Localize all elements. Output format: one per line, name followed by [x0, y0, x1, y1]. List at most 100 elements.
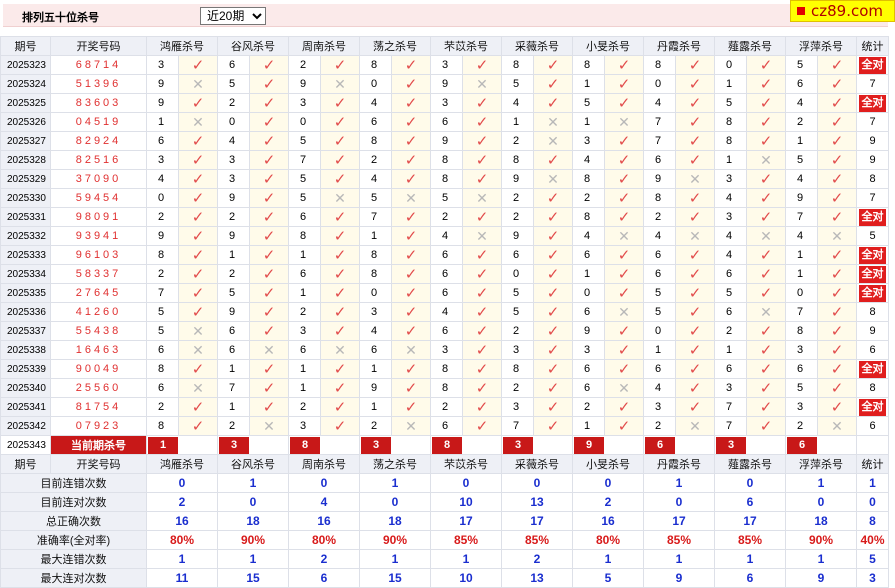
- result-cell: ✓: [249, 112, 289, 132]
- result-cell: ✓: [462, 416, 502, 436]
- result-cell: ✓: [462, 264, 502, 284]
- kill-number-cell: 1: [572, 416, 605, 436]
- table-row: 2025336 41260 5 ✓ 9 ✓ 2 ✓ 3 ✓ 4 ✓ 5 ✓ 6 ✕ 5 ✓ 6 ✕ 7 ✓ 8: [0, 302, 889, 322]
- check-icon: ✓: [759, 171, 773, 188]
- result-cell: ✓: [604, 74, 644, 94]
- stats-value: 90%: [785, 530, 857, 550]
- result-cell: ✓: [178, 226, 218, 246]
- current-kill-cell: 3: [501, 435, 573, 455]
- check-icon: ✓: [475, 209, 489, 226]
- stats-label: 最大连错次数: [0, 549, 147, 569]
- result-cell: ✓: [533, 245, 573, 265]
- kill-number-cell: 2: [714, 321, 747, 341]
- cross-icon: ✕: [405, 341, 417, 358]
- result-cell: ✓: [391, 207, 431, 227]
- header-expert: 荡之杀号: [359, 454, 431, 474]
- current-kill-number: 8: [432, 436, 462, 454]
- kill-number-cell: 8: [359, 55, 392, 75]
- all-correct-badge: 全对: [859, 284, 886, 302]
- check-icon: ✓: [759, 418, 773, 435]
- result-cell: ✓: [817, 169, 857, 189]
- kill-number-cell: 1: [643, 340, 676, 360]
- kill-number-cell: 4: [359, 93, 392, 113]
- stat-cell: 9: [856, 150, 889, 170]
- result-cell: ✓: [178, 55, 218, 75]
- kill-number-cell: 6: [714, 302, 747, 322]
- stats-value: 10: [430, 492, 502, 512]
- stats-value: 80%: [288, 530, 360, 550]
- check-icon: ✓: [191, 247, 205, 264]
- result-cell: ✓: [320, 378, 360, 398]
- check-icon: ✓: [688, 323, 702, 340]
- kill-number-cell: 9: [146, 93, 179, 113]
- kill-number-cell: 2: [288, 397, 321, 417]
- stat-cell: 7: [856, 112, 889, 132]
- kill-number-cell: 8: [430, 378, 463, 398]
- winning-number-cell: 59454: [50, 188, 147, 208]
- kill-number-cell: 2: [146, 397, 179, 417]
- result-cell: ✓: [462, 112, 502, 132]
- kill-number-cell: 5: [430, 188, 463, 208]
- stats-value: 0: [785, 492, 857, 512]
- kill-number-cell: 5: [288, 169, 321, 189]
- result-cell: ✓: [249, 207, 289, 227]
- period-range-select[interactable]: 近20期: [200, 7, 266, 25]
- check-icon: ✓: [688, 190, 702, 207]
- correct-count: 7: [869, 192, 876, 204]
- kill-number-cell: 6: [430, 112, 463, 132]
- result-cell: ✓: [178, 188, 218, 208]
- check-icon: ✓: [617, 323, 631, 340]
- current-kill-number: 9: [574, 436, 604, 454]
- period-cell: 2025337: [0, 321, 51, 341]
- kill-number-cell: 1: [359, 226, 392, 246]
- result-cell: ✓: [604, 359, 644, 379]
- result-cell: ✕: [604, 112, 644, 132]
- result-cell: ✓: [249, 283, 289, 303]
- stats-total: 8: [856, 511, 889, 531]
- kill-number-cell: 5: [785, 378, 818, 398]
- check-icon: ✓: [333, 361, 347, 378]
- stat-cell: 8: [856, 378, 889, 398]
- kill-number-cell: 4: [572, 150, 605, 170]
- result-cell: ✓: [675, 207, 715, 227]
- winning-number-cell: 93941: [50, 226, 147, 246]
- header-expert: 谷风杀号: [217, 36, 289, 56]
- check-icon: ✓: [830, 57, 844, 74]
- header-period: 期号: [0, 36, 51, 56]
- period-cell: 2025326: [0, 112, 51, 132]
- result-cell: ✓: [320, 245, 360, 265]
- check-icon: ✓: [475, 95, 489, 112]
- check-icon: ✓: [191, 228, 205, 245]
- kill-number-cell: 4: [430, 302, 463, 322]
- stats-value: 18: [217, 511, 289, 531]
- result-cell: ✓: [249, 74, 289, 94]
- result-cell: ✓: [817, 131, 857, 151]
- stats-row: 目前连对次数 2 0 4 0 10 13 2 0 6 0 0: [0, 492, 889, 512]
- check-icon: ✓: [759, 190, 773, 207]
- stats-value: 5: [572, 568, 644, 588]
- result-cell: ✓: [533, 188, 573, 208]
- stats-value: 9: [643, 568, 715, 588]
- kill-number-cell: 3: [217, 150, 250, 170]
- kill-number-cell: 8: [572, 169, 605, 189]
- result-cell: ✓: [249, 93, 289, 113]
- stats-value: 6: [714, 492, 786, 512]
- result-cell: ✓: [462, 302, 502, 322]
- check-icon: ✓: [830, 285, 844, 302]
- result-cell: ✓: [249, 150, 289, 170]
- result-cell: ✓: [533, 302, 573, 322]
- site-logo[interactable]: cz89.com: [790, 0, 895, 22]
- check-icon: ✓: [262, 304, 276, 321]
- check-icon: ✓: [404, 266, 418, 283]
- period-cell: 2025327: [0, 131, 51, 151]
- result-cell: ✓: [249, 55, 289, 75]
- check-icon: ✓: [617, 342, 631, 359]
- check-icon: ✓: [262, 399, 276, 416]
- check-icon: ✓: [333, 95, 347, 112]
- check-icon: ✓: [830, 266, 844, 283]
- kill-number-cell: 7: [643, 112, 676, 132]
- check-icon: ✓: [191, 266, 205, 283]
- cross-icon: ✕: [760, 303, 772, 320]
- check-icon: ✓: [262, 171, 276, 188]
- cross-icon: ✕: [334, 189, 346, 206]
